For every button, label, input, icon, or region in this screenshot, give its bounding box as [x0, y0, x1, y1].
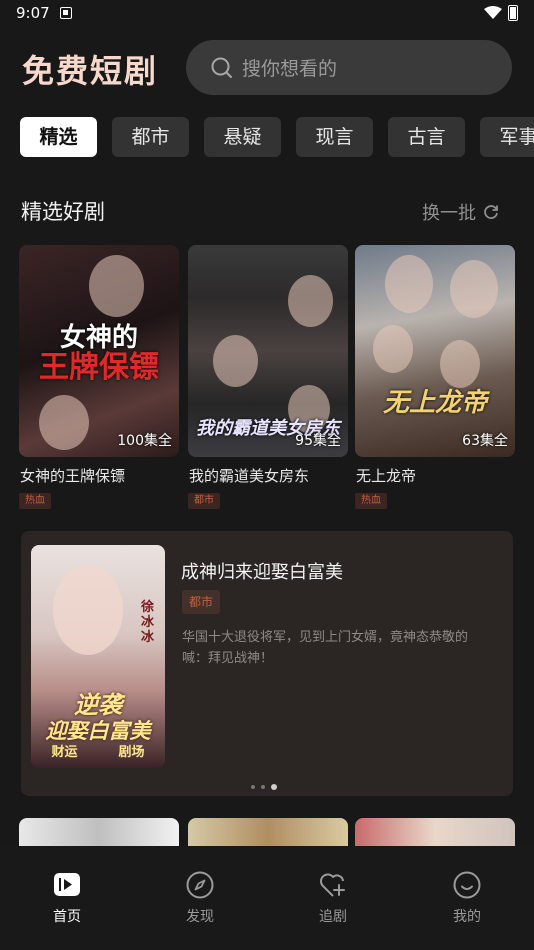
genre-tag: 都市	[188, 493, 220, 509]
status-time: 9:07	[16, 4, 50, 22]
drama-title[interactable]: 女神的王牌保镖	[19, 465, 179, 486]
featured-genre-tag: 都市	[182, 590, 221, 614]
poster-figure	[53, 565, 123, 655]
drama-poster[interactable]: 女神的 王牌保镖 100集全	[19, 245, 179, 457]
poster-art-footer-right: 剧场	[118, 745, 145, 760]
genre-tag: 热血	[19, 493, 51, 509]
genre-tag: 热血	[355, 493, 387, 509]
refresh-icon	[484, 205, 498, 219]
poster-figure	[385, 255, 433, 313]
carousel-dot-active	[271, 784, 277, 790]
nav-home[interactable]: 首页	[27, 870, 107, 926]
nav-following[interactable]: 追剧	[293, 870, 373, 926]
featured-title[interactable]: 成神归来迎娶白富美	[181, 558, 343, 584]
poster-art-line: 王牌保镖	[39, 350, 159, 386]
poster-art-text: 无上龙帝	[382, 388, 487, 418]
poster-figure	[450, 260, 498, 318]
drama-title[interactable]: 无上龙帝	[355, 465, 515, 486]
poster-figure	[373, 325, 413, 373]
poster-side-text: 徐冰冰	[141, 600, 155, 645]
refresh-button[interactable]: 换一批	[422, 199, 500, 225]
featured-poster[interactable]: 徐冰冰 逆袭 迎娶白富美 财运 剧场	[31, 545, 165, 768]
notification-app-icon	[60, 7, 72, 19]
wifi-icon	[484, 6, 502, 19]
search-bar[interactable]: 搜你想看的	[186, 40, 512, 95]
nav-home-label: 首页	[53, 909, 81, 925]
tab-jingxuan[interactable]: 精选	[20, 117, 97, 157]
bottom-nav: 首页 发现 追剧 我的	[0, 846, 534, 950]
tab-dushi[interactable]: 都市	[112, 117, 189, 157]
status-bar: 9:07	[0, 0, 534, 28]
drama-title[interactable]: 我的霸道美女房东	[188, 465, 348, 486]
search-placeholder: 搜你想看的	[242, 58, 338, 80]
battery-icon	[508, 5, 518, 21]
poster-figure	[213, 335, 258, 387]
poster-art-footer-left: 财运	[51, 745, 78, 760]
nav-discover-label: 发现	[186, 909, 214, 925]
featured-banner[interactable]: 徐冰冰 逆袭 迎娶白富美 财运 剧场 成神归来迎娶白富美 都市 华国十大退役将军…	[21, 531, 513, 796]
episode-count: 100集全	[117, 433, 172, 449]
compass-icon	[186, 871, 214, 899]
drama-card[interactable]: 我的霸道美女房东 95集全 我的霸道美女房东 都市	[188, 245, 348, 509]
poster-figure	[89, 255, 144, 317]
featured-description: 华国十大退役将军，见到上门女婿，竟神态恭敬的喊：拜见战神！	[182, 630, 469, 666]
drama-poster[interactable]: 我的霸道美女房东 95集全	[188, 245, 348, 457]
nav-following-label: 追剧	[319, 909, 347, 925]
tab-junshi[interactable]: 军事	[480, 117, 534, 157]
tab-guyan[interactable]: 古言	[388, 117, 465, 157]
play-square-icon	[54, 873, 80, 896]
refresh-label: 换一批	[422, 203, 476, 224]
heart-plus-icon	[320, 873, 345, 897]
poster-figure	[288, 275, 333, 327]
carousel-dot	[261, 785, 265, 789]
episode-count: 63集全	[462, 433, 508, 449]
drama-poster-partial[interactable]	[188, 818, 348, 846]
app-title: 免费短剧	[22, 52, 159, 90]
tab-xianyan[interactable]: 现言	[296, 117, 373, 157]
poster-figure	[39, 395, 89, 450]
poster-art-line: 女神的	[59, 323, 138, 353]
section-title: 精选好剧	[21, 200, 105, 224]
drama-card[interactable]: 无上龙帝 63集全 无上龙帝 热血	[355, 245, 515, 509]
episode-count: 95集全	[295, 433, 341, 449]
tab-xuanyi[interactable]: 悬疑	[204, 117, 281, 157]
poster-art-text: 女神的 王牌保镖	[25, 323, 173, 386]
carousel-indicator	[251, 784, 283, 790]
drama-poster[interactable]: 无上龙帝 63集全	[355, 245, 515, 457]
category-tabs: 精选 都市 悬疑 现言 古言 军事	[20, 117, 534, 157]
nav-profile[interactable]: 我的	[427, 870, 507, 926]
search-icon	[211, 57, 232, 78]
drama-poster-partial[interactable]	[19, 818, 179, 846]
nav-profile-label: 我的	[453, 909, 481, 925]
drama-card[interactable]: 女神的 王牌保镖 100集全 女神的王牌保镖 热血	[19, 245, 179, 509]
drama-poster-partial[interactable]	[355, 818, 515, 846]
carousel-dot	[251, 785, 255, 789]
nav-discover[interactable]: 发现	[160, 870, 240, 926]
poster-art-footer: 财运 剧场	[31, 741, 165, 760]
smile-icon	[453, 871, 481, 899]
poster-figure	[440, 340, 480, 388]
